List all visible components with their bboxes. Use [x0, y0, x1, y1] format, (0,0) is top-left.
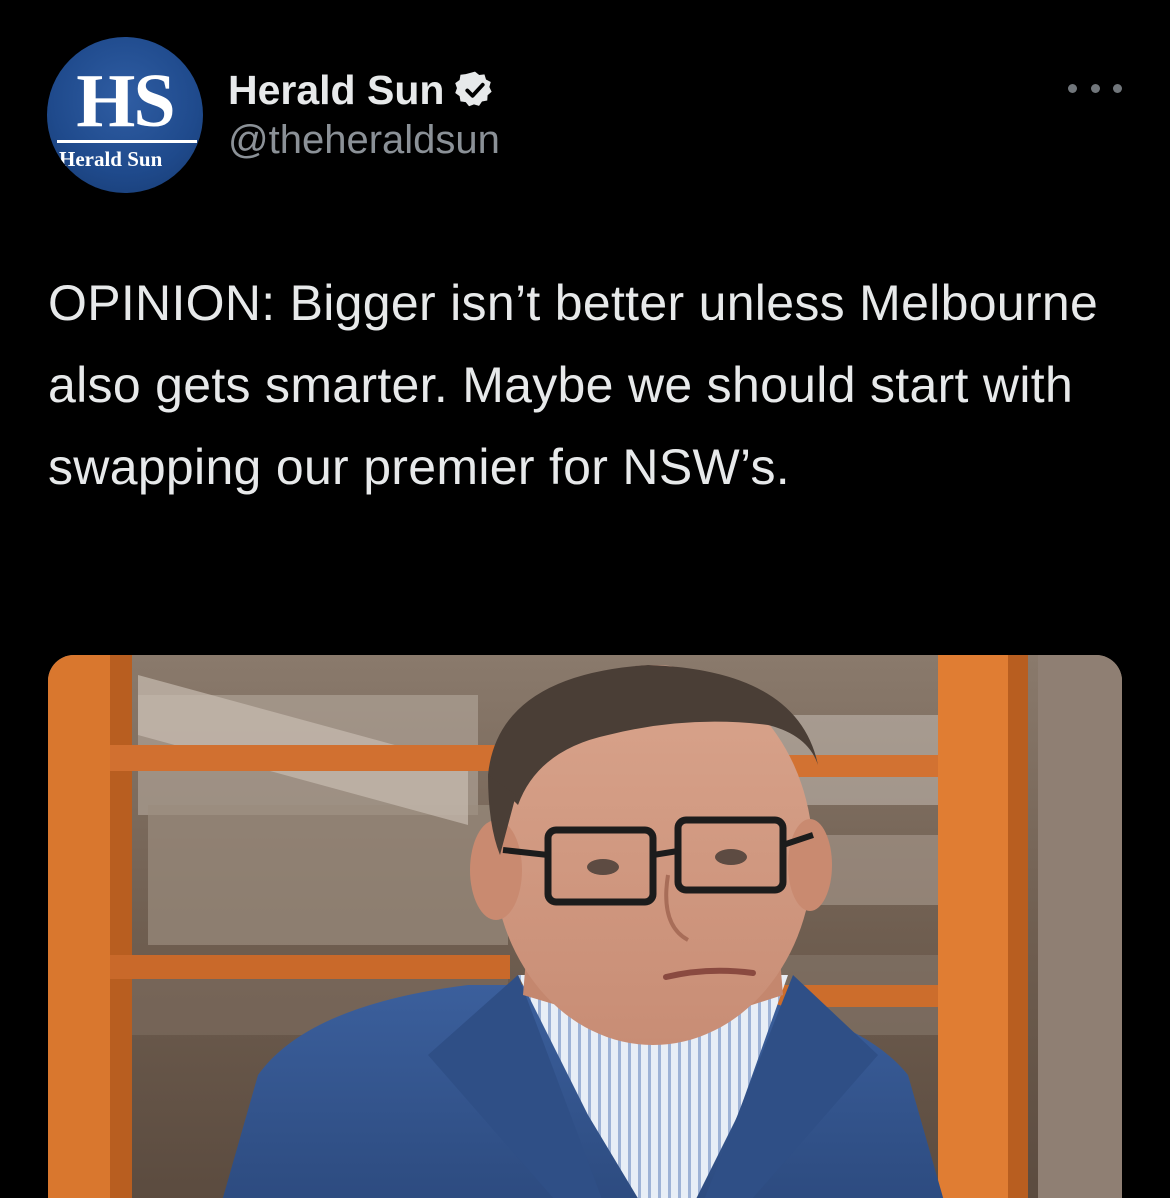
profile-avatar[interactable]: HS Herald Sun — [47, 37, 203, 193]
tweet-card[interactable]: HS Herald Sun Herald Sun @theheraldsun O… — [0, 0, 1170, 1198]
avatar-divider — [57, 140, 197, 143]
author-handle[interactable]: @theheraldsun — [228, 118, 500, 163]
author-line: Herald Sun — [228, 62, 496, 118]
more-dot — [1113, 83, 1122, 93]
avatar-monogram: HS — [76, 59, 175, 143]
more-dot — [1068, 83, 1077, 93]
verified-badge-icon — [455, 71, 493, 107]
author-display-name[interactable]: Herald Sun — [228, 67, 444, 114]
photo-illustration — [48, 655, 1122, 1198]
tweet-media-photo[interactable] — [48, 655, 1122, 1198]
more-options-icon[interactable] — [1068, 70, 1122, 106]
tweet-text: OPINION: Bigger isn’t better unless Melb… — [48, 275, 1099, 495]
more-dot — [1090, 83, 1100, 93]
avatar-wordmark: Herald Sun — [59, 147, 163, 171]
